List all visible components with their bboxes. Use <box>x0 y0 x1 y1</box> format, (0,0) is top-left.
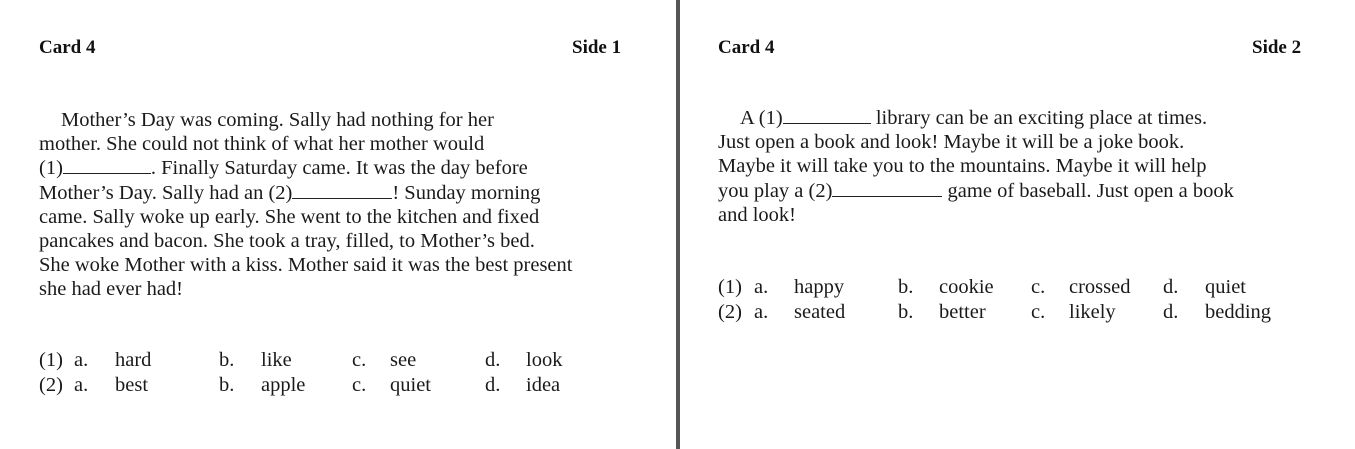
option-text: best <box>115 373 149 396</box>
option-text: apple <box>261 373 306 396</box>
passage-line: mother. She could not think of what her … <box>39 133 485 156</box>
passage-line: came. Sally woke up early. She went to t… <box>39 205 540 228</box>
answer-blank-2 <box>292 182 393 199</box>
option-letter: a. <box>754 300 769 323</box>
side-label: Side 1 <box>572 37 622 58</box>
option-row: (2) a. best b. apple c. quiet d. idea <box>39 373 639 398</box>
option-letter: b. <box>219 373 235 396</box>
option-text: cookie <box>939 276 994 298</box>
option-letter: c. <box>352 373 367 396</box>
answer-blank-2 <box>832 180 943 197</box>
option-row: (1) a. hard b. like c. see d. look <box>39 348 639 373</box>
card-label: Card 4 <box>39 37 96 58</box>
passage-line: pancakes and bacon. She took a tray, fil… <box>39 230 535 253</box>
option-text: better <box>939 300 986 323</box>
blank-number: A (1) <box>740 107 783 129</box>
passage-line: . Finally Saturday came. It was the day … <box>150 157 528 180</box>
option-letter: d. <box>485 349 501 371</box>
option-text: bedding <box>1205 300 1272 323</box>
passage-line: and look! <box>718 203 796 226</box>
passage-line: library can be an exciting place at time… <box>875 107 1208 129</box>
option-row: (1) a. happy b. cookie c. crossed d. qui… <box>718 275 1338 300</box>
card-label: Card 4 <box>718 37 775 58</box>
option-text: hard <box>115 349 152 371</box>
passage-line: she had ever had! <box>39 278 184 301</box>
option-letter: d. <box>485 373 501 396</box>
option-text: look <box>526 349 563 371</box>
option-number: (1) <box>39 349 63 371</box>
option-text: see <box>390 349 417 371</box>
answer-options: (1) a. happy b. cookie c. crossed d. qui… <box>718 275 1338 324</box>
passage-line: Mother’s Day. Sally had an (2) <box>39 181 293 204</box>
passage: Mother’s Day was coming. Sally had nothi… <box>39 108 630 302</box>
option-number: (2) <box>718 300 742 323</box>
option-number: (2) <box>39 373 63 396</box>
option-text: seated <box>794 300 846 323</box>
blank-number: (1) <box>39 157 63 180</box>
passage-line: Maybe it will take you to the mountains.… <box>718 155 1207 178</box>
passage-line: game of baseball. Just open a book <box>947 179 1234 202</box>
card-side-1: Card 4 Side 1 Mother’s Day was coming. S… <box>0 0 676 449</box>
passage-line: She woke Mother with a kiss. Mother said… <box>39 254 573 277</box>
option-letter: c. <box>1031 300 1046 323</box>
option-letter: b. <box>898 300 914 323</box>
option-letter: c. <box>1031 276 1046 298</box>
passage-line: Just open a book and look! Maybe it will… <box>718 131 1185 154</box>
side-label: Side 2 <box>1252 37 1302 58</box>
answer-options: (1) a. hard b. like c. see d. look (2) a… <box>39 348 639 397</box>
option-text: crossed <box>1069 276 1131 298</box>
option-text: quiet <box>1205 276 1246 298</box>
option-letter: c. <box>352 349 367 371</box>
option-text: likely <box>1069 300 1116 323</box>
option-letter: a. <box>754 276 769 298</box>
option-text: like <box>261 349 292 371</box>
card-side-2: Card 4 Side 2 A (1) library can be an ex… <box>682 0 1355 449</box>
option-text: happy <box>794 276 845 298</box>
blank-number: you play a (2) <box>718 179 833 202</box>
option-number: (1) <box>718 276 742 298</box>
option-text: idea <box>526 373 561 396</box>
option-letter: d. <box>1163 276 1179 298</box>
answer-blank-1 <box>782 107 871 124</box>
option-letter: d. <box>1163 300 1179 323</box>
answer-blank-1 <box>62 157 151 175</box>
option-row: (2) a. seated b. better c. likely d. bed… <box>718 300 1338 325</box>
option-text: quiet <box>390 373 431 396</box>
passage-line: ! Sunday morning <box>392 181 541 204</box>
card-divider <box>676 0 680 449</box>
passage-line: Mother’s Day was coming. Sally had nothi… <box>61 109 494 131</box>
option-letter: b. <box>898 276 914 298</box>
option-letter: b. <box>219 349 235 371</box>
passage: A (1) library can be an exciting place a… <box>718 106 1310 227</box>
option-letter: a. <box>74 349 89 371</box>
option-letter: a. <box>74 373 89 396</box>
